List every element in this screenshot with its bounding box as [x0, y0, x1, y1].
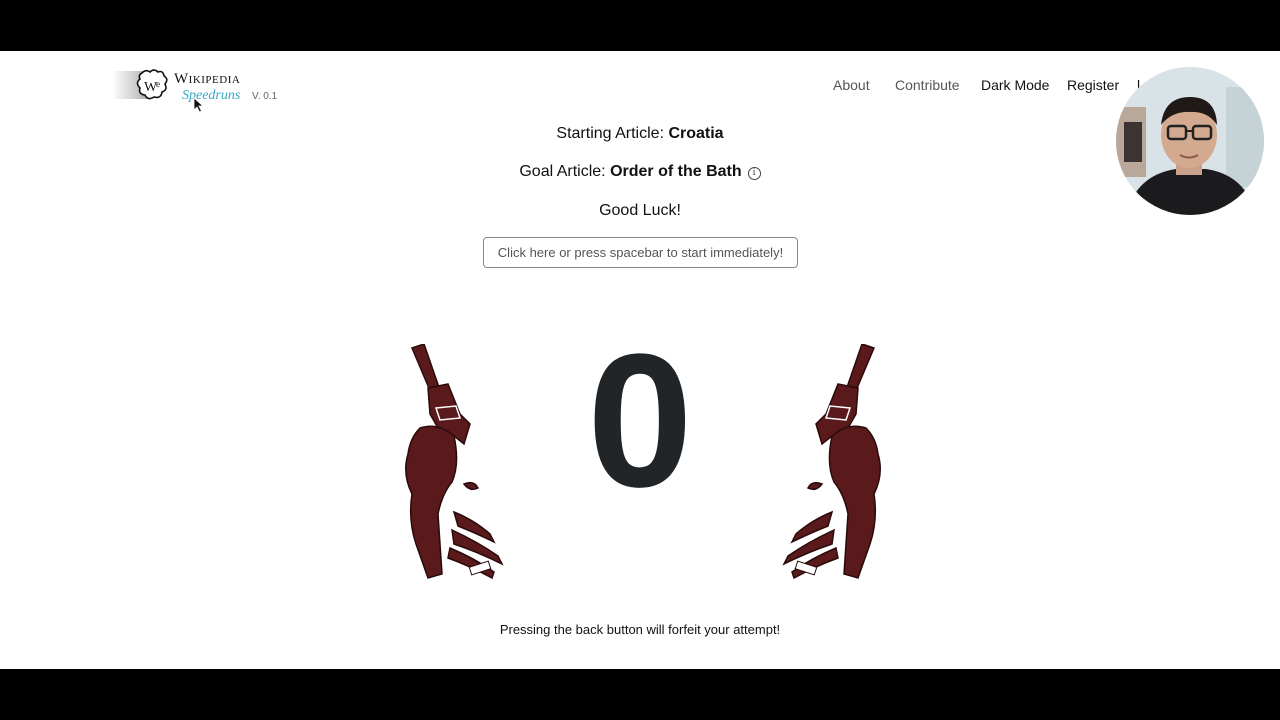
video-letterbox-top	[0, 0, 1280, 51]
nav-register[interactable]: Register	[1067, 77, 1119, 93]
nav-about[interactable]: About	[833, 77, 870, 93]
mouse-pointer-icon	[193, 97, 205, 113]
page: W e Wikipedia Speedruns V. 0.1 About Con…	[0, 51, 1280, 669]
good-luck-text: Good Luck!	[599, 202, 681, 219]
info-circle-icon[interactable]: i	[747, 167, 761, 180]
starting-article-line: Starting Article: Croatia	[0, 125, 1280, 143]
goal-article-line: Goal Article: Order of the Bath i	[0, 163, 1280, 181]
nav-dark-mode[interactable]: Dark Mode	[981, 77, 1049, 93]
countdown-number: 0	[587, 315, 693, 527]
goal-article-value: Order of the Bath	[610, 163, 742, 180]
video-letterbox-bottom	[0, 669, 1280, 720]
starting-article-value: Croatia	[668, 125, 724, 142]
forfeit-warning: Pressing the back button will forfeit yo…	[499, 622, 781, 637]
revolver-hand-icon	[405, 344, 504, 580]
top-nav: About Contribute Dark Mode Register l	[0, 77, 1280, 97]
revolver-hand-icon	[782, 344, 881, 580]
nav-contribute[interactable]: Contribute	[895, 77, 960, 93]
start-immediately-button[interactable]: Click here or press spacebar to start im…	[483, 237, 798, 268]
starting-article-label: Starting Article:	[556, 125, 669, 142]
goal-article-label: Goal Article:	[519, 163, 611, 180]
